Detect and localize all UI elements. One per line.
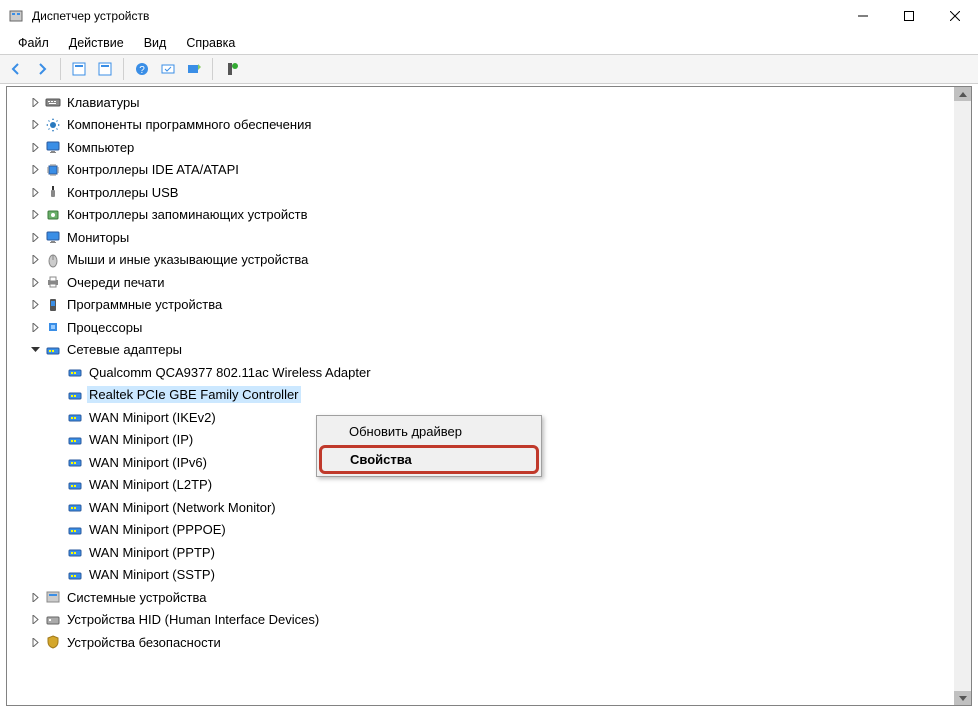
toolbar-separator	[60, 58, 61, 80]
tree-label: Устройства HID (Human Interface Devices)	[65, 611, 321, 628]
titlebar: Диспетчер устройств	[0, 0, 978, 32]
chevron-right-icon[interactable]	[27, 634, 43, 650]
network-icon	[67, 567, 83, 583]
forward-button[interactable]	[30, 57, 54, 81]
tree-label: Устройства безопасности	[65, 634, 223, 651]
back-button[interactable]	[4, 57, 28, 81]
tree-item-wan-sstp[interactable]: WAN Miniport (SSTP)	[7, 564, 971, 587]
tree-label: WAN Miniport (SSTP)	[87, 566, 217, 583]
tree-label: Контроллеры IDE ATA/ATAPI	[65, 161, 241, 178]
close-button[interactable]	[932, 0, 978, 32]
tree-category-hid[interactable]: Устройства HID (Human Interface Devices)	[7, 609, 971, 632]
window-title: Диспетчер устройств	[32, 9, 840, 23]
device-tree[interactable]: Клавиатуры Компоненты программного обесп…	[7, 87, 971, 705]
tree-label: WAN Miniport (PPTP)	[87, 544, 217, 561]
app-icon	[8, 8, 24, 24]
shield-icon	[45, 634, 61, 650]
tree-item-qualcomm[interactable]: Qualcomm QCA9377 802.11ac Wireless Adapt…	[7, 361, 971, 384]
maximize-button[interactable]	[886, 0, 932, 32]
tree-category-ide-atapi[interactable]: Контроллеры IDE ATA/ATAPI	[7, 159, 971, 182]
scan-button[interactable]	[156, 57, 180, 81]
tree-item-wan-pptp[interactable]: WAN Miniport (PPTP)	[7, 541, 971, 564]
chevron-right-icon[interactable]	[27, 207, 43, 223]
chevron-right-icon[interactable]	[27, 319, 43, 335]
tree-category-software-components[interactable]: Компоненты программного обеспечения	[7, 114, 971, 137]
tree-panel: Клавиатуры Компоненты программного обесп…	[6, 86, 972, 706]
tree-label: WAN Miniport (L2TP)	[87, 476, 214, 493]
chevron-right-icon[interactable]	[27, 139, 43, 155]
tree-category-system-devices[interactable]: Системные устройства	[7, 586, 971, 609]
tree-label: WAN Miniport (IKEv2)	[87, 409, 218, 426]
chevron-right-icon[interactable]	[27, 589, 43, 605]
chevron-right-icon[interactable]	[27, 229, 43, 245]
chevron-right-icon[interactable]	[27, 612, 43, 628]
tree-label: Компоненты программного обеспечения	[65, 116, 313, 133]
vertical-scrollbar[interactable]	[954, 87, 971, 705]
tree-category-mice[interactable]: Мыши и иные указывающие устройства	[7, 249, 971, 272]
tree-category-print-queues[interactable]: Очереди печати	[7, 271, 971, 294]
menu-file[interactable]: Файл	[8, 34, 59, 52]
properties-button[interactable]	[93, 57, 117, 81]
tree-label: Очереди печати	[65, 274, 167, 291]
tree-category-network-adapters[interactable]: Сетевые адаптеры	[7, 339, 971, 362]
tree-label: Компьютер	[65, 139, 136, 156]
minimize-button[interactable]	[840, 0, 886, 32]
tree-label: Программные устройства	[65, 296, 224, 313]
tree-label: Realtek PCIe GBE Family Controller	[87, 386, 301, 403]
tree-label: WAN Miniport (IP)	[87, 431, 195, 448]
chevron-right-icon[interactable]	[27, 274, 43, 290]
network-icon	[45, 342, 61, 358]
tree-category-usb[interactable]: Контроллеры USB	[7, 181, 971, 204]
toolbar-separator	[123, 58, 124, 80]
add-hardware-button[interactable]	[219, 57, 243, 81]
chevron-right-icon[interactable]	[27, 117, 43, 133]
tree-label: Клавиатуры	[65, 94, 142, 111]
context-properties[interactable]: Свойства	[319, 445, 539, 474]
chevron-right-icon[interactable]	[27, 162, 43, 178]
tree-category-software-devices[interactable]: Программные устройства	[7, 294, 971, 317]
chevron-right-icon[interactable]	[27, 252, 43, 268]
context-update-driver[interactable]: Обновить драйвер	[319, 418, 539, 445]
menubar: Файл Действие Вид Справка	[0, 32, 978, 54]
help-button[interactable]	[130, 57, 154, 81]
context-menu: Обновить драйвер Свойства	[316, 415, 542, 477]
tree-category-computer[interactable]: Компьютер	[7, 136, 971, 159]
menu-action[interactable]: Действие	[59, 34, 134, 52]
chevron-right-icon[interactable]	[27, 184, 43, 200]
tree-item-wan-pppoe[interactable]: WAN Miniport (PPPOE)	[7, 519, 971, 542]
scroll-down-button[interactable]	[954, 691, 971, 705]
tree-category-security[interactable]: Устройства безопасности	[7, 631, 971, 654]
tree-label: Контроллеры запоминающих устройств	[65, 206, 309, 223]
tree-item-realtek[interactable]: Realtek PCIe GBE Family Controller	[7, 384, 971, 407]
toolbar-separator	[212, 58, 213, 80]
menu-view[interactable]: Вид	[134, 34, 177, 52]
tree-label: Мониторы	[65, 229, 131, 246]
tree-label: Системные устройства	[65, 589, 208, 606]
scroll-up-button[interactable]	[954, 87, 971, 101]
tree-label: Qualcomm QCA9377 802.11ac Wireless Adapt…	[87, 364, 373, 381]
refresh-button[interactable]	[182, 57, 206, 81]
tree-item-wan-netmon[interactable]: WAN Miniport (Network Monitor)	[7, 496, 971, 519]
chevron-right-icon[interactable]	[27, 94, 43, 110]
tree-label: WAN Miniport (Network Monitor)	[87, 499, 278, 516]
chevron-down-icon[interactable]	[27, 342, 43, 358]
show-hidden-button[interactable]	[67, 57, 91, 81]
tree-label: WAN Miniport (IPv6)	[87, 454, 209, 471]
tree-category-monitors[interactable]: Мониторы	[7, 226, 971, 249]
tree-label: WAN Miniport (PPPOE)	[87, 521, 228, 538]
toolbar	[0, 54, 978, 84]
tree-label: Мыши и иные указывающие устройства	[65, 251, 310, 268]
chevron-right-icon[interactable]	[27, 297, 43, 313]
tree-category-keyboards[interactable]: Клавиатуры	[7, 91, 971, 114]
menu-help[interactable]: Справка	[176, 34, 245, 52]
tree-label: Контроллеры USB	[65, 184, 180, 201]
tree-category-processors[interactable]: Процессоры	[7, 316, 971, 339]
tree-category-storage[interactable]: Контроллеры запоминающих устройств	[7, 204, 971, 227]
